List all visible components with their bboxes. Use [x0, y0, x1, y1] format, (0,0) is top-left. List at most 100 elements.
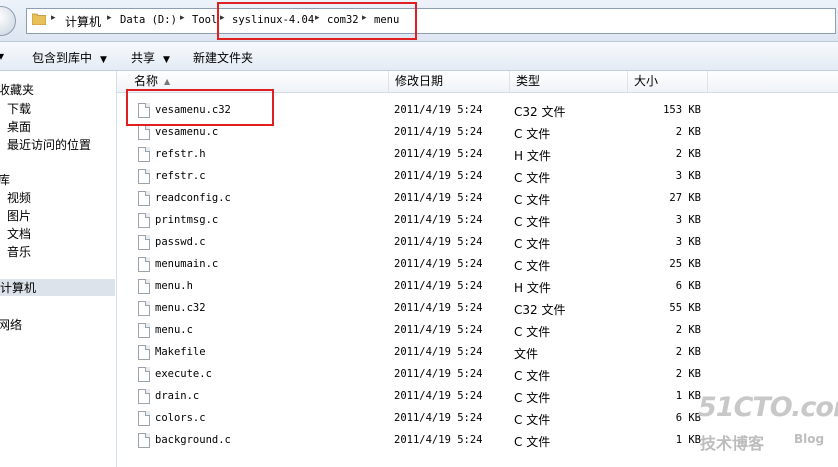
file-type: C 文件 — [514, 391, 551, 405]
nav-favorites[interactable]: 收藏夹 — [0, 81, 34, 97]
watermark: 51CTO.com 技术博客 Blog — [698, 392, 838, 453]
file-name: menu.h — [155, 280, 193, 292]
file-name: refstr.h — [155, 148, 206, 160]
new-folder-button[interactable]: 新建文件夹 — [193, 49, 253, 66]
file-row[interactable]: refstr.c 2011/4/19 5:24 C 文件 3 KB — [117, 165, 838, 187]
column-modified[interactable]: 修改日期 — [389, 71, 510, 92]
file-size: 1 KB — [675, 390, 701, 402]
breadcrumb-arrow-icon[interactable]: ▸ — [51, 13, 56, 23]
file-modified: 2011/4/19 5:24 — [394, 148, 483, 160]
file-row[interactable]: menu.c 2011/4/19 5:24 C 文件 2 KB — [117, 319, 838, 341]
watermark-blog: Blog — [794, 432, 825, 446]
nav-network[interactable]: 网络 — [0, 316, 22, 332]
file-size: 2 KB — [675, 126, 701, 138]
file-icon — [138, 279, 150, 294]
file-highlight-box — [126, 89, 274, 126]
file-row[interactable]: readconfig.c 2011/4/19 5:24 C 文件 27 KB — [117, 187, 838, 209]
file-row[interactable]: refstr.h 2011/4/19 5:24 H 文件 2 KB — [117, 143, 838, 165]
file-size: 25 KB — [669, 258, 701, 270]
share-button[interactable]: 共享 ▼ — [131, 49, 170, 66]
file-type: H 文件 — [514, 281, 551, 295]
nav-desktop[interactable]: 桌面 — [7, 118, 31, 134]
breadcrumb-arrow-icon[interactable]: ▸ — [180, 13, 185, 23]
file-size: 2 KB — [675, 368, 701, 380]
column-type-label: 类型 — [516, 74, 541, 88]
breadcrumb-data-drive[interactable]: Data (D:) — [120, 14, 177, 26]
file-type: C 文件 — [514, 215, 551, 229]
address-bar[interactable]: ▸ 计算机 ▸ Data (D:) ▸ Tool ▸ syslinux-4.04… — [26, 8, 836, 34]
nav-documents[interactable]: 文档 — [7, 225, 31, 241]
file-type: C 文件 — [514, 325, 551, 339]
nav-videos[interactable]: 视频 — [7, 189, 31, 205]
file-row[interactable]: menu.c32 2011/4/19 5:24 C32 文件 55 KB — [117, 297, 838, 319]
file-modified: 2011/4/19 5:24 — [394, 192, 483, 204]
nav-recent-places[interactable]: 最近访问的位置 — [7, 136, 91, 152]
command-toolbar: ▾ 包含到库中 ▼ 共享 ▼ 新建文件夹 — [0, 42, 838, 71]
file-modified: 2011/4/19 5:24 — [394, 412, 483, 424]
file-icon — [138, 191, 150, 206]
address-highlight-box — [217, 2, 417, 40]
file-modified: 2011/4/19 5:24 — [394, 346, 483, 358]
nav-downloads-label: 下载 — [7, 102, 32, 116]
file-row[interactable]: menumain.c 2011/4/19 5:24 C 文件 25 KB — [117, 253, 838, 275]
file-icon — [138, 323, 150, 338]
file-name: vesamenu.c — [155, 126, 219, 138]
file-name: refstr.c — [155, 170, 206, 182]
nav-favorites-label: 收藏夹 — [0, 83, 35, 97]
nav-libraries-label: 库 — [0, 173, 11, 187]
file-type: C 文件 — [514, 171, 551, 185]
file-size: 1 KB — [675, 434, 701, 446]
folder-icon — [32, 13, 46, 25]
file-name: colors.c — [155, 412, 206, 424]
file-name: printmsg.c — [155, 214, 219, 226]
column-type[interactable]: 类型 — [510, 71, 628, 92]
nav-computer-label: 计算机 — [0, 281, 37, 295]
file-size: 2 KB — [675, 346, 701, 358]
file-row[interactable]: menu.h 2011/4/19 5:24 H 文件 6 KB — [117, 275, 838, 297]
file-icon — [138, 125, 150, 140]
file-modified: 2011/4/19 5:24 — [394, 258, 483, 270]
file-modified: 2011/4/19 5:24 — [394, 390, 483, 402]
file-type: C 文件 — [514, 259, 551, 273]
file-row[interactable]: printmsg.c 2011/4/19 5:24 C 文件 3 KB — [117, 209, 838, 231]
nav-computer[interactable]: 计算机 — [0, 279, 115, 296]
nav-music[interactable]: 音乐 — [7, 243, 31, 259]
navigation-pane: 收藏夹 下载 桌面 最近访问的位置 库 视频 图片 文档 音乐 计算机 网络 — [0, 71, 117, 467]
file-modified: 2011/4/19 5:24 — [394, 280, 483, 292]
file-type: 文件 — [514, 347, 539, 361]
file-type: C 文件 — [514, 369, 551, 383]
file-name: readconfig.c — [155, 192, 231, 204]
back-button[interactable] — [0, 6, 16, 36]
breadcrumb-arrow-icon[interactable]: ▸ — [107, 13, 112, 23]
file-name: menumain.c — [155, 258, 219, 270]
nav-libraries[interactable]: 库 — [0, 171, 10, 187]
file-name: drain.c — [155, 390, 200, 402]
file-type: C 文件 — [514, 127, 551, 141]
organize-arrow-icon[interactable]: ▾ — [0, 49, 4, 63]
file-name: execute.c — [155, 368, 212, 380]
file-icon — [138, 301, 150, 316]
column-size[interactable]: 大小 — [628, 71, 708, 92]
file-size: 55 KB — [669, 302, 701, 314]
file-icon — [138, 367, 150, 382]
file-size: 2 KB — [675, 148, 701, 160]
file-modified: 2011/4/19 5:24 — [394, 104, 483, 116]
file-name: menu.c — [155, 324, 193, 336]
file-row[interactable]: execute.c 2011/4/19 5:24 C 文件 2 KB — [117, 363, 838, 385]
file-type: C 文件 — [514, 237, 551, 251]
breadcrumb-computer[interactable]: 计算机 — [65, 13, 101, 30]
nav-videos-label: 视频 — [7, 191, 32, 205]
file-name: passwd.c — [155, 236, 206, 248]
watermark-site: 51CTO.com — [698, 392, 838, 423]
nav-pictures[interactable]: 图片 — [7, 207, 31, 223]
file-row[interactable]: Makefile 2011/4/19 5:24 文件 2 KB — [117, 341, 838, 363]
breadcrumb-tool[interactable]: Tool — [192, 14, 217, 26]
nav-downloads[interactable]: 下载 — [7, 100, 31, 116]
nav-desktop-label: 桌面 — [7, 120, 32, 134]
include-in-library-button[interactable]: 包含到库中 ▼ — [32, 49, 107, 66]
nav-documents-label: 文档 — [7, 227, 32, 241]
file-size: 6 KB — [675, 280, 701, 292]
nav-recent-label: 最近访问的位置 — [7, 138, 92, 152]
file-row[interactable]: passwd.c 2011/4/19 5:24 C 文件 3 KB — [117, 231, 838, 253]
file-modified: 2011/4/19 5:24 — [394, 214, 483, 226]
